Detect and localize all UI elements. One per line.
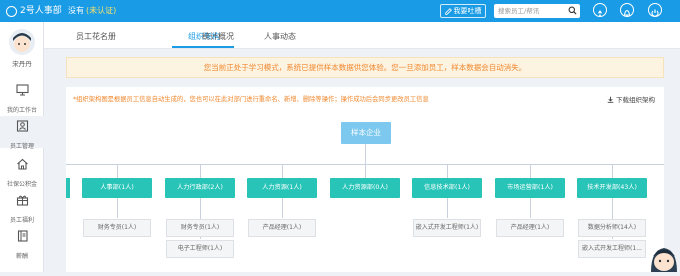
tab-bar: 员工花名册 组织架构 统计概况 人事动态 — [44, 22, 680, 49]
position-node[interactable]: 财务专员(1人) — [83, 219, 151, 237]
help-icon[interactable] — [593, 3, 607, 17]
position-node[interactable]: 财务专员(1人) — [166, 219, 234, 237]
connector-line — [365, 144, 366, 164]
user-name[interactable]: 宋丹丹 — [0, 58, 44, 68]
search-input[interactable] — [498, 5, 564, 17]
org-chart-card: *组织架构图是根据员工信息自动生成的，您也可以在此对部门进行重命名、新增、删除等… — [66, 87, 664, 272]
company-name[interactable]: 没有 (未认证) — [68, 4, 116, 18]
sidebar-item-label: 我的工作台 — [6, 107, 37, 114]
connector-line — [447, 198, 448, 218]
learning-mode-notice: 您当前正处于学习模式，系统已提供样本数据供您体验。您一旦添加员工，样本数据会自动… — [66, 57, 664, 78]
connector-line — [282, 164, 283, 178]
sidebar-item-benefits[interactable]: 员工福利 — [0, 190, 44, 224]
sidebar-item-label: 员工福利 — [9, 217, 34, 224]
app-brand[interactable]: 2号人事部 — [6, 3, 62, 19]
dept-node[interactable]: 信息技术部(1人) — [412, 178, 482, 198]
sidebar-item-social-security[interactable]: 社保公积金 — [0, 154, 44, 188]
dept-node[interactable]: 人力资源部(0人) — [330, 178, 400, 198]
tab-roster[interactable]: 员工花名册 — [76, 31, 116, 42]
org-root-node[interactable]: 样本企业 — [341, 122, 391, 144]
position-node[interactable]: 电子工程师(1人) — [166, 240, 234, 258]
dept-node[interactable]: 人事部(1人) — [82, 178, 152, 198]
connector-line — [117, 198, 118, 218]
sidebar: 宋丹丹 我的工作台 员工管理 社保公积金 员工福利 薪酬 — [0, 22, 44, 272]
feedback-button[interactable]: 我要吐槽 — [440, 4, 486, 18]
dept-node[interactable]: 技术开发部(43人) — [577, 178, 647, 198]
sidebar-item-label: 员工管理 — [9, 143, 34, 150]
notification-bell-icon[interactable] — [620, 3, 634, 17]
tab-hr-updates[interactable]: 人事动态 — [264, 31, 296, 42]
position-node[interactable]: 产品经理(1人) — [496, 219, 564, 237]
dept-node[interactable]: 人力行政部(2人) — [165, 178, 235, 198]
connector-line — [612, 164, 613, 178]
sidebar-item-workbench[interactable]: 我的工作台 — [0, 80, 44, 114]
position-node[interactable]: 嵌入式开发工程师(1人) — [413, 219, 481, 237]
connector-line — [200, 164, 201, 178]
sidebar-item-label: 薪酬 — [15, 253, 28, 260]
position-node[interactable]: 产品经理(1人) — [248, 219, 316, 237]
avatar[interactable] — [9, 29, 35, 55]
certification-status[interactable]: (未认证) — [86, 6, 116, 15]
monitor-icon — [15, 84, 29, 96]
top-bar: 2号人事部 没有 (未认证) 我要吐槽 — [0, 0, 680, 22]
sidebar-item-employees[interactable]: 员工管理 — [0, 116, 44, 150]
home-icon — [16, 158, 28, 170]
connector-line — [530, 198, 531, 218]
app-name: 2号人事部 — [20, 6, 62, 16]
connector-line — [365, 164, 366, 178]
download-org-button[interactable]: 下载组织架构 — [607, 94, 655, 104]
dept-node[interactable]: 人力资源(1人) — [247, 178, 317, 198]
tab-statistics[interactable]: 统计概况 — [202, 31, 234, 42]
assistant-mascot-icon[interactable] — [648, 240, 680, 272]
logout-icon[interactable] — [648, 3, 662, 17]
connector-line — [530, 164, 531, 178]
feedback-label: 我要吐槽 — [453, 7, 482, 15]
app-logo-icon — [6, 5, 17, 17]
connector-line — [447, 164, 448, 178]
active-tab-indicator — [172, 46, 234, 48]
search-box — [494, 4, 580, 18]
download-org-label: 下载组织架构 — [616, 96, 655, 104]
company-label: 没有 — [68, 6, 84, 15]
gift-icon — [16, 195, 28, 206]
position-node[interactable]: 数据分析师(14人) — [578, 219, 646, 237]
sidebar-item-label: 社保公积金 — [6, 181, 37, 188]
connector-line — [282, 198, 283, 218]
search-icon[interactable] — [568, 6, 577, 15]
dept-node-partial[interactable] — [66, 178, 70, 198]
sidebar-item-salary[interactable]: 薪酬 — [0, 226, 44, 260]
dept-node[interactable]: 市场运营部(1人) — [495, 178, 565, 198]
connector-line — [117, 164, 118, 178]
employee-icon — [16, 120, 28, 132]
book-icon — [17, 230, 28, 242]
download-icon — [607, 96, 614, 103]
edit-icon — [444, 7, 452, 15]
position-node[interactable]: 嵌入式开发工程师(1... — [578, 240, 646, 258]
org-chart-hint: *组织架构图是根据员工信息自动生成的，您也可以在此对部门进行重命名、新增、删除等… — [73, 96, 429, 103]
